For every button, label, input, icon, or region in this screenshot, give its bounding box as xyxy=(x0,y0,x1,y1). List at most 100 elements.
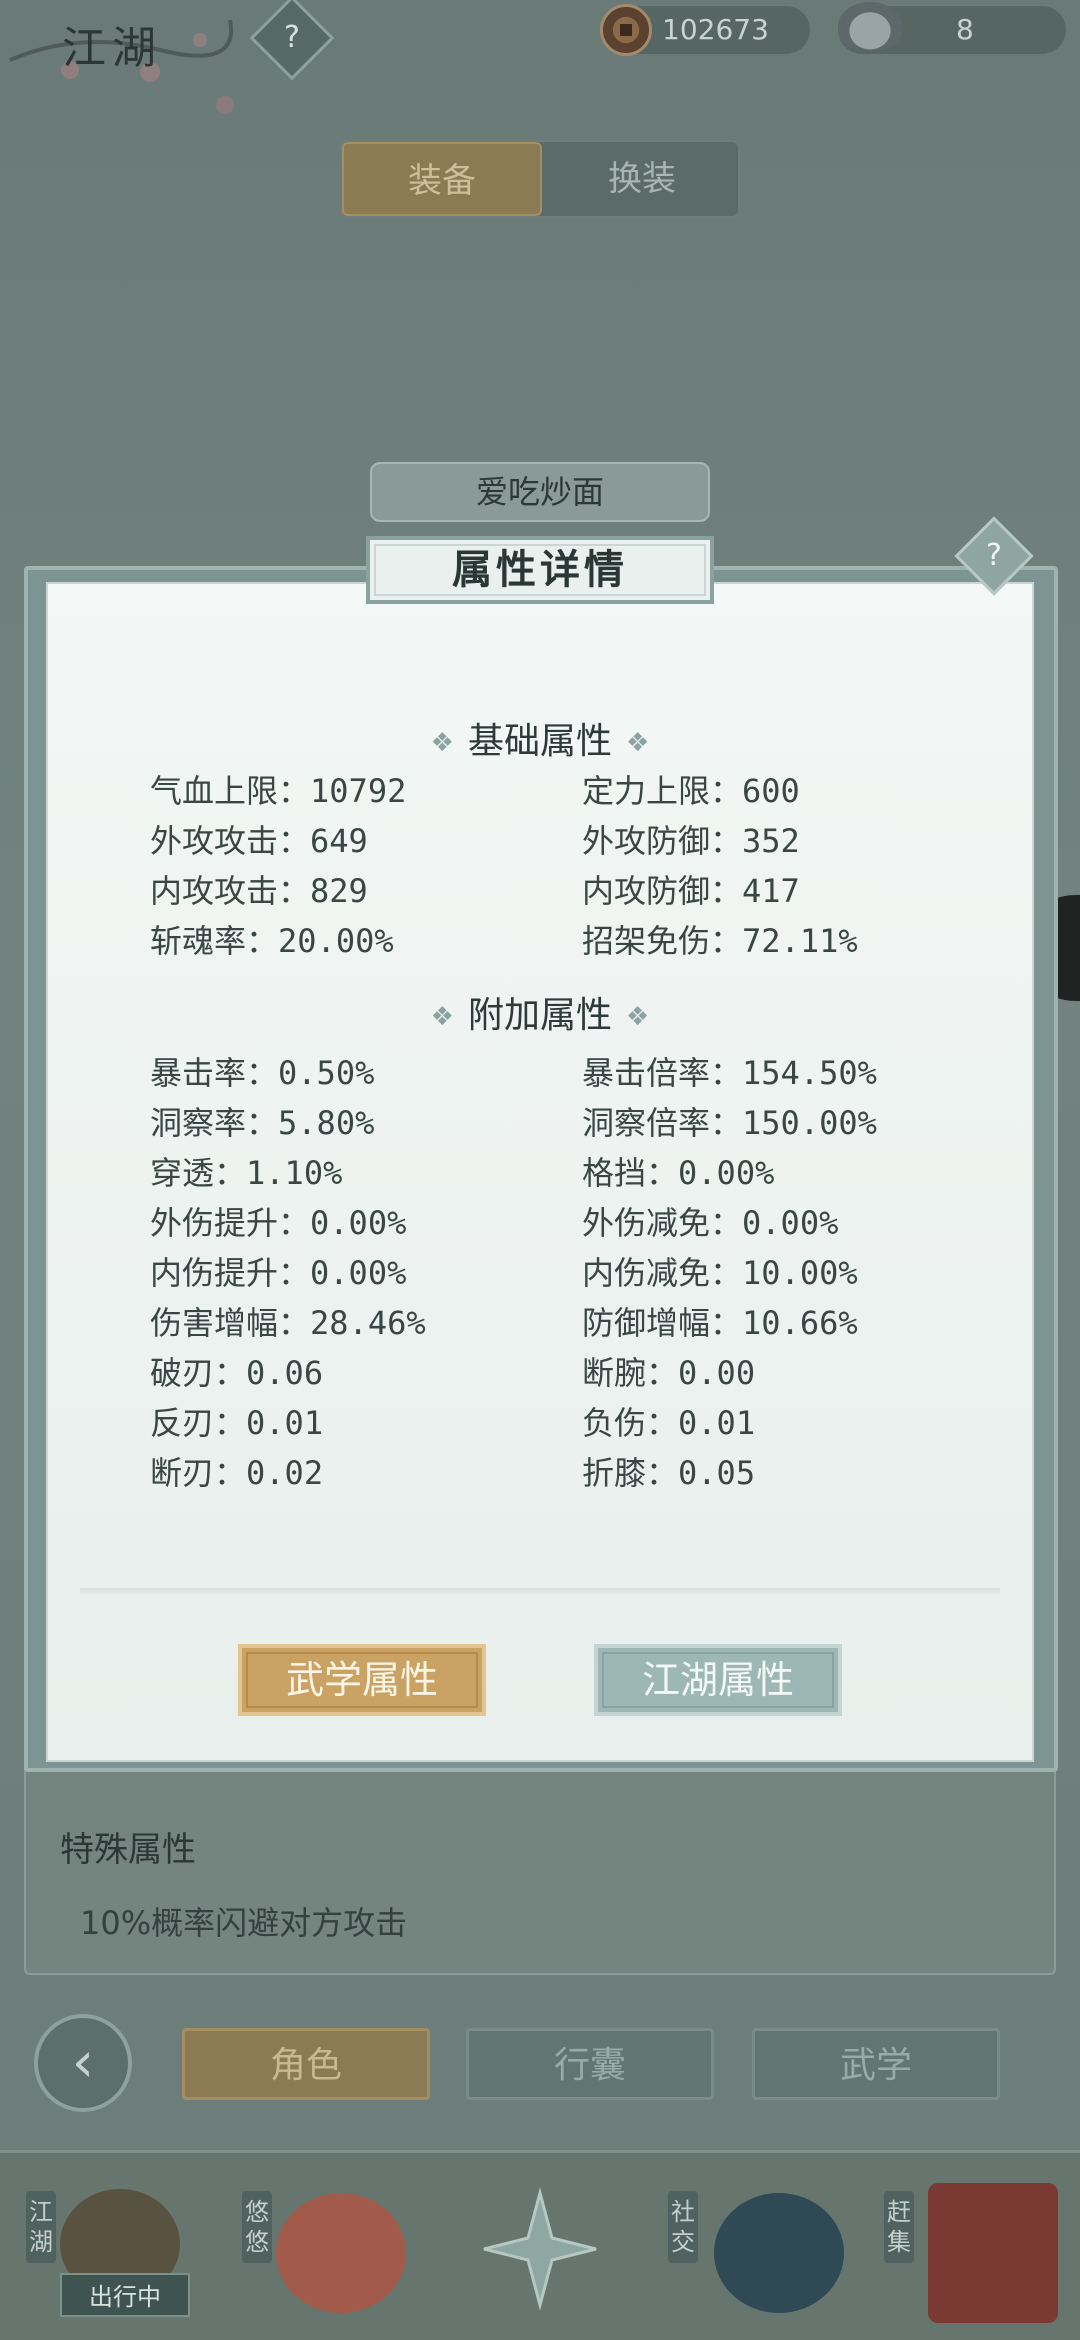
attribute-row: 内伤减免：10.00% xyxy=(582,1248,858,1294)
attribute-row: 折膝：0.05 xyxy=(582,1448,755,1494)
attribute-label: 断刃： xyxy=(150,1454,247,1492)
attribute-value: 0.01 xyxy=(246,1404,324,1442)
attribute-label: 外攻防御： xyxy=(582,822,743,860)
attribute-value: 0.50% xyxy=(278,1054,375,1092)
attribute-label: 内攻攻击： xyxy=(150,872,311,910)
diamond-ornament-icon: ❖ xyxy=(626,728,650,758)
attribute-label: 伤害增幅： xyxy=(150,1304,311,1342)
page-title: 江湖 xyxy=(62,23,162,74)
tab-change-outfit[interactable]: 换装 xyxy=(542,142,742,216)
coin-amount: 102673 xyxy=(662,13,769,46)
attribute-label: 定力上限： xyxy=(582,772,743,810)
ingot-counter[interactable]: 8 xyxy=(838,2,1066,54)
help-button[interactable]: ? xyxy=(249,0,335,81)
diamond-ornament-icon: ❖ xyxy=(430,1002,454,1032)
attribute-row: 外伤减免：0.00% xyxy=(582,1198,838,1244)
question-mark-icon: ? xyxy=(986,538,1002,573)
attribute-label: 暴击倍率： xyxy=(582,1054,743,1092)
attribute-label: 外伤提升： xyxy=(150,1204,311,1242)
attribute-label: 外攻攻击： xyxy=(150,822,311,860)
special-attribute-desc: 10%概率闪避对方攻击 xyxy=(80,1904,408,1942)
attribute-row: 防御增幅：10.66% xyxy=(582,1298,858,1344)
attribute-value: 10.00% xyxy=(742,1254,858,1292)
market-box-icon xyxy=(928,2183,1058,2323)
attribute-value: 0.00% xyxy=(310,1204,407,1242)
tab-martial-arts[interactable]: 武学 xyxy=(752,2028,1000,2100)
attribute-row: 内攻攻击：829 xyxy=(150,866,368,912)
attribute-label: 反刃： xyxy=(150,1404,247,1442)
nav-social-label: 社交 xyxy=(668,2191,698,2263)
extra-heading-text: 附加属性 xyxy=(467,995,612,1036)
attribute-row: 内伤提升：0.00% xyxy=(150,1248,406,1294)
attribute-row: 伤害增幅：28.46% xyxy=(150,1298,426,1344)
attribute-row: 断刃：0.02 xyxy=(150,1448,323,1494)
coin-counter[interactable]: 102673 xyxy=(600,4,810,56)
attribute-row: 断腕：0.00 xyxy=(582,1348,755,1394)
attribute-value: 154.50% xyxy=(742,1054,877,1092)
top-bar: 江湖 ? 102673 8 xyxy=(0,0,1080,114)
nav-center[interactable] xyxy=(470,2153,610,2340)
attribute-value: 0.02 xyxy=(246,1454,324,1492)
attribute-label: 破刃： xyxy=(150,1354,247,1392)
attribute-label: 断腕： xyxy=(582,1354,679,1392)
silver-ingot-icon xyxy=(838,2,902,50)
attribute-row: 暴击倍率：154.50% xyxy=(582,1048,877,1094)
basic-attributes-heading: ❖ 基础属性 ❖ xyxy=(0,712,1080,764)
attribute-row: 负伤：0.01 xyxy=(582,1398,755,1444)
bottom-navigation: 江湖 出行中 悠悠 社交 赶集 xyxy=(0,2150,1080,2340)
attribute-row: 洞察率：5.80% xyxy=(150,1098,374,1144)
attribute-row: 外伤提升：0.00% xyxy=(150,1198,406,1244)
attribute-value: 0.06 xyxy=(246,1354,324,1392)
attribute-row: 外攻防御：352 xyxy=(582,816,800,862)
attribute-row: 暴击率：0.50% xyxy=(150,1048,374,1094)
nav-youyou-label: 悠悠 xyxy=(242,2191,272,2263)
nav-market[interactable]: 赶集 xyxy=(880,2153,1070,2340)
tab-equip[interactable]: 装备 xyxy=(342,142,542,216)
extra-attributes-heading: ❖ 附加属性 ❖ xyxy=(0,986,1080,1038)
back-button[interactable]: ‹ xyxy=(34,2014,132,2112)
character-name-plate: 爱吃炒面 xyxy=(370,462,710,522)
swallow-art-icon xyxy=(276,2193,406,2313)
nav-market-label: 赶集 xyxy=(884,2191,914,2263)
attribute-row: 反刃：0.01 xyxy=(150,1398,323,1444)
attribute-value: 0.00 xyxy=(678,1354,756,1392)
attribute-row: 定力上限：600 xyxy=(582,766,800,812)
jianghu-attributes-button[interactable]: 江湖属性 xyxy=(594,1644,842,1716)
ingot-amount: 8 xyxy=(956,13,974,46)
diamond-ornament-icon: ❖ xyxy=(430,728,454,758)
special-attribute-title: 特殊属性 xyxy=(60,1830,196,1870)
attribute-row: 内攻防御：417 xyxy=(582,866,800,912)
attribute-row: 斩魂率：20.00% xyxy=(150,916,394,962)
attribute-value: 417 xyxy=(742,872,800,910)
nav-youyou[interactable]: 悠悠 xyxy=(236,2153,416,2340)
attribute-row: 招架免伤：72.11% xyxy=(582,916,858,962)
attribute-value: 352 xyxy=(742,822,800,860)
attribute-label: 防御增幅： xyxy=(582,1304,743,1342)
attribute-value: 5.80% xyxy=(278,1104,375,1142)
attribute-label: 穿透： xyxy=(150,1154,247,1192)
attribute-value: 600 xyxy=(742,772,800,810)
tab-bag[interactable]: 行囊 xyxy=(466,2028,714,2100)
attribute-label: 折膝： xyxy=(582,1454,679,1492)
question-mark-icon: ? xyxy=(284,20,300,55)
modal-title: 属性详情 xyxy=(366,536,714,604)
nav-jianghu-label: 江湖 xyxy=(26,2191,56,2263)
attribute-value: 0.00% xyxy=(742,1204,839,1242)
traveling-badge: 出行中 xyxy=(60,2273,190,2317)
attribute-label: 气血上限： xyxy=(150,772,311,810)
nav-jianghu[interactable]: 江湖 出行中 xyxy=(20,2153,200,2340)
tab-role[interactable]: 角色 xyxy=(182,2028,430,2100)
attribute-row: 格挡：0.00% xyxy=(582,1148,774,1194)
attribute-value: 28.46% xyxy=(310,1304,426,1342)
martial-attributes-button[interactable]: 武学属性 xyxy=(238,1644,486,1716)
attribute-label: 暴击率： xyxy=(150,1054,279,1092)
nav-social[interactable]: 社交 xyxy=(664,2153,844,2340)
attribute-value: 829 xyxy=(310,872,368,910)
attribute-row: 外攻攻击：649 xyxy=(150,816,368,862)
attribute-label: 格挡： xyxy=(582,1154,679,1192)
attribute-value: 0.05 xyxy=(678,1454,756,1492)
attribute-label: 斩魂率： xyxy=(150,922,279,960)
attribute-label: 内伤提升： xyxy=(150,1254,311,1292)
attribute-row: 破刃：0.06 xyxy=(150,1348,323,1394)
attribute-value: 0.01 xyxy=(678,1404,756,1442)
